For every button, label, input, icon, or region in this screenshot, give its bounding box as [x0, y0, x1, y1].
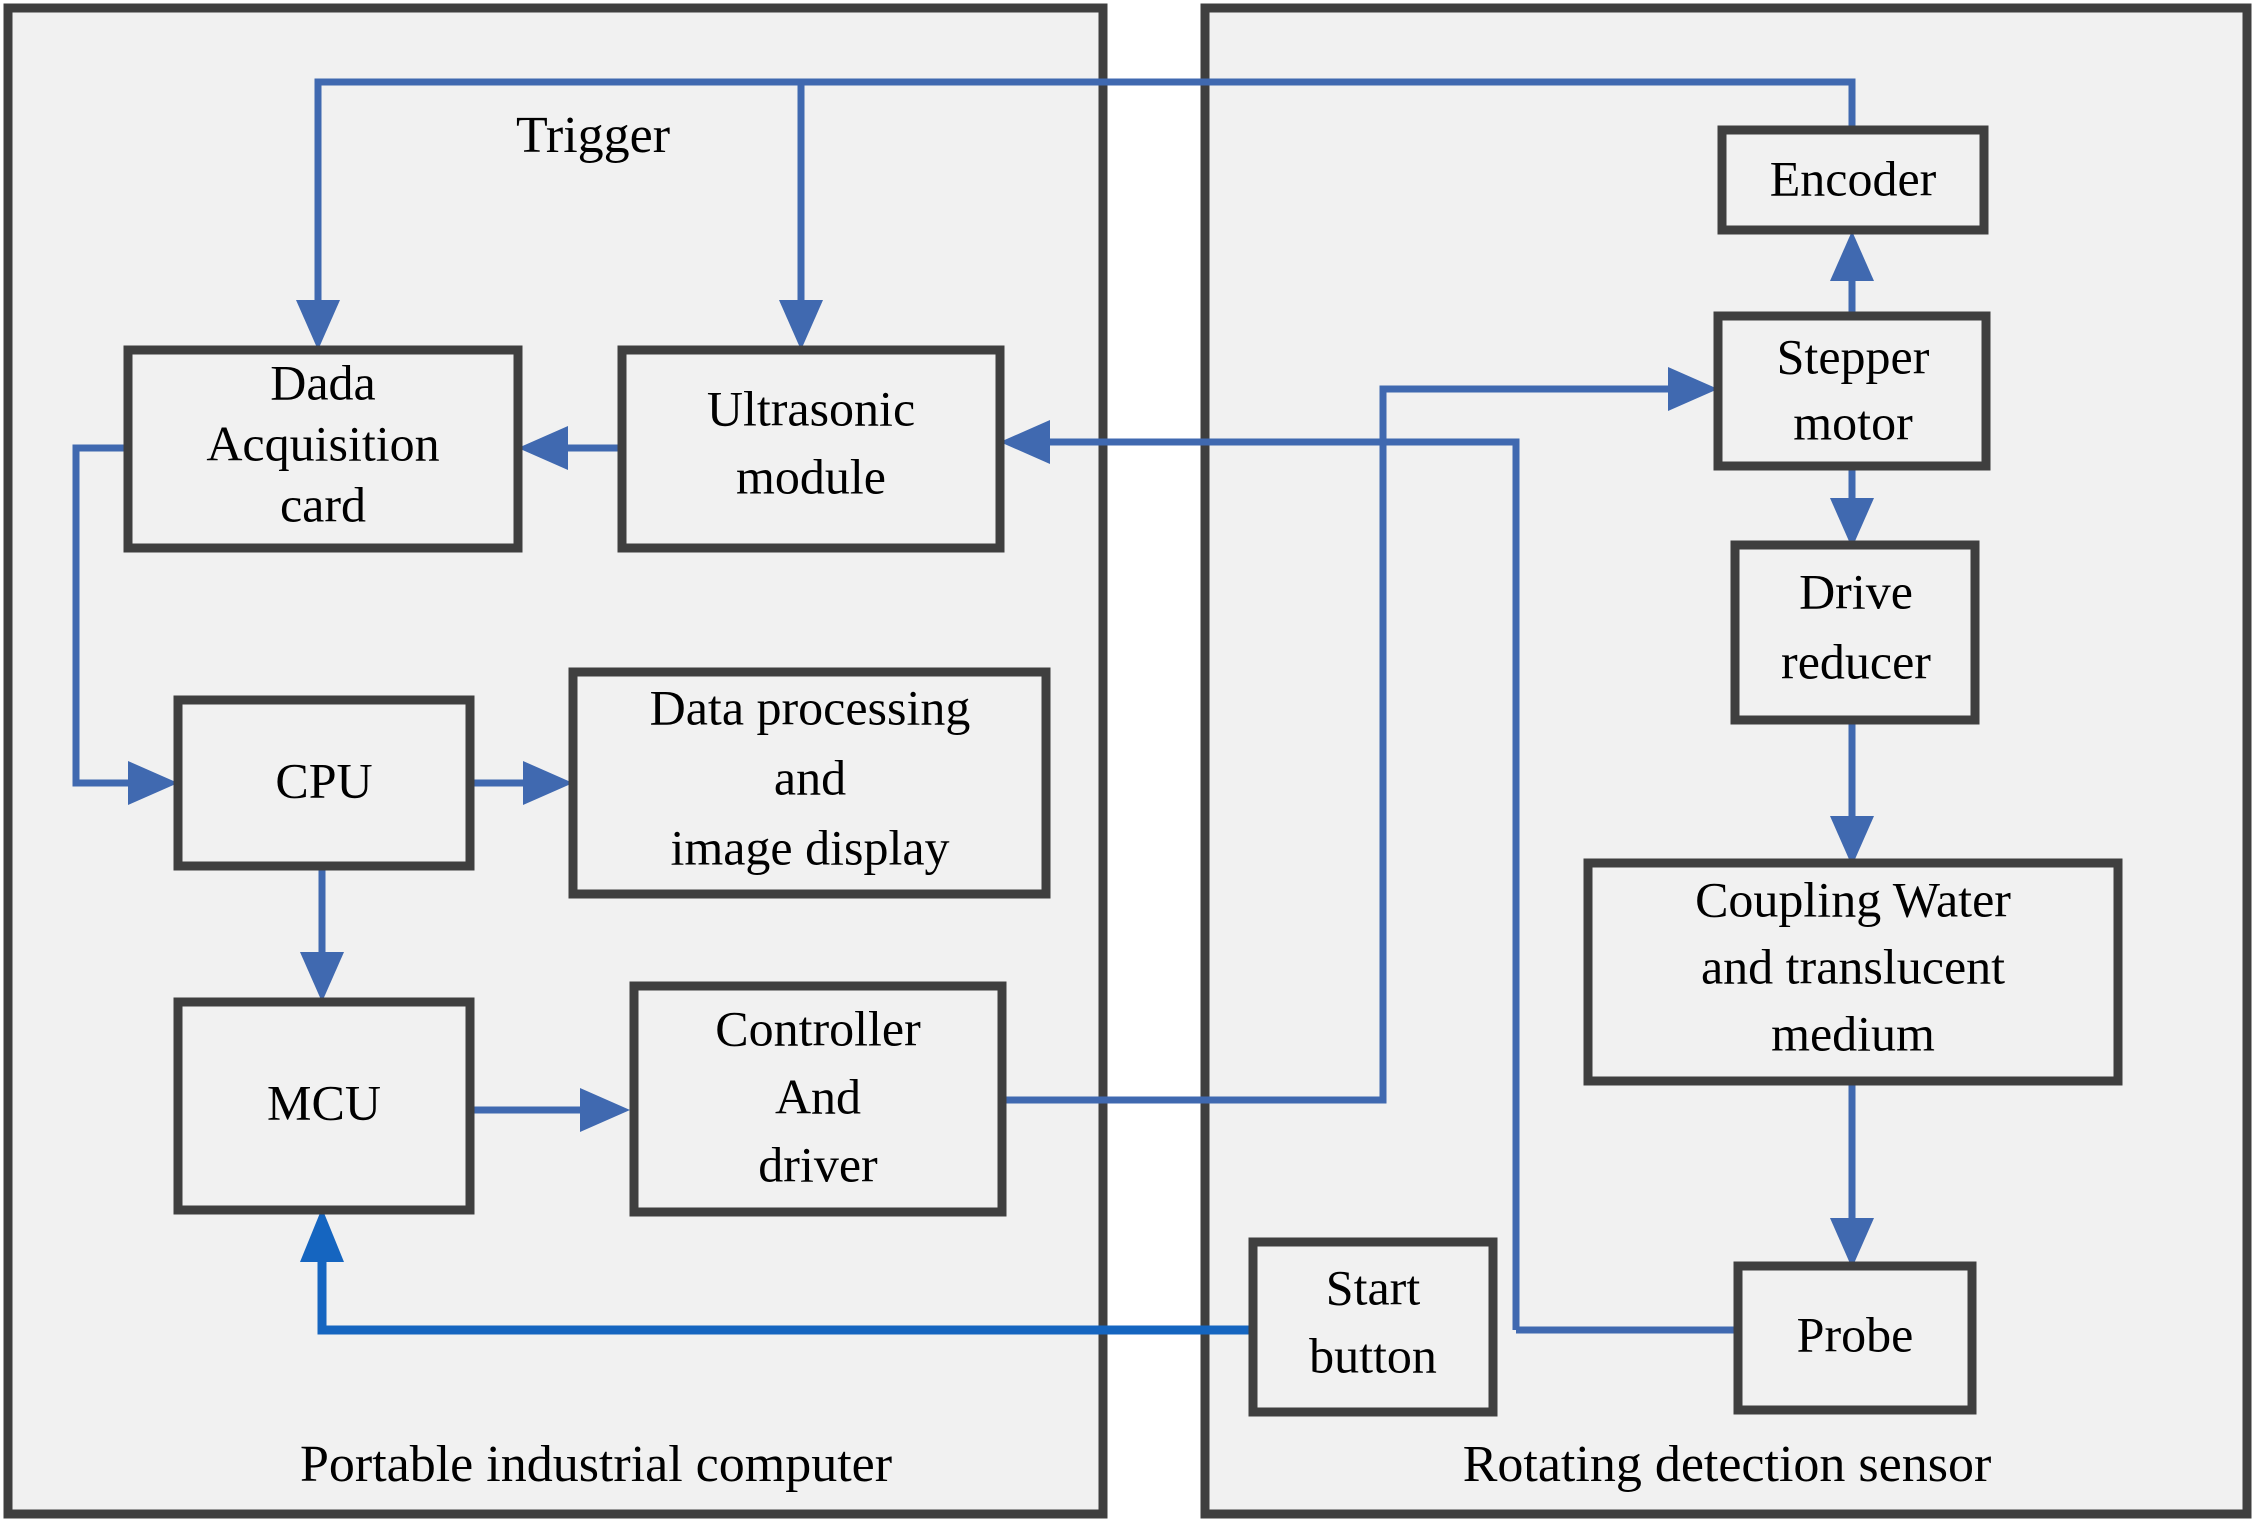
- box-label-line: and translucent: [1701, 938, 2005, 994]
- box-probe[interactable]: Probe: [1733, 1261, 1977, 1415]
- box-label-line: Data processing: [650, 679, 971, 735]
- box-label-line: Ultrasonic: [707, 380, 915, 436]
- box-label-line: and: [774, 749, 846, 805]
- box-label-line: Stepper: [1777, 328, 1930, 384]
- box-label-line: button: [1309, 1327, 1437, 1383]
- box-encoder[interactable]: Encoder: [1717, 125, 1989, 235]
- block-diagram-svg: Dada Acquisition card Ultrasonic module …: [3, 3, 2252, 1519]
- box-label-line: Encoder: [1770, 150, 1937, 206]
- box-drive-reducer[interactable]: Drive reducer: [1730, 540, 1980, 725]
- box-start-button[interactable]: Start button: [1248, 1237, 1498, 1417]
- box-coupling-water-translucent-medium[interactable]: Coupling Water and translucent medium: [1583, 858, 2123, 1086]
- box-data-processing-image-display[interactable]: Data processing and image display: [568, 667, 1051, 899]
- box-label-line: driver: [758, 1136, 878, 1192]
- box-ultrasonic-module[interactable]: Ultrasonic module: [617, 345, 1005, 553]
- box-label-line: Coupling Water: [1695, 871, 2011, 927]
- box-label-line: Start: [1326, 1259, 1421, 1315]
- box-label-line: CPU: [275, 752, 372, 808]
- diagram-canvas: Dada Acquisition card Ultrasonic module …: [0, 0, 2255, 1522]
- box-cpu[interactable]: CPU: [173, 695, 475, 871]
- box-label-line: MCU: [267, 1074, 381, 1130]
- box-controller-and-driver[interactable]: Controller And driver: [629, 981, 1007, 1217]
- box-label-line: reducer: [1781, 633, 1931, 689]
- box-label-line: Controller: [715, 1000, 921, 1056]
- box-label-line: module: [736, 448, 886, 504]
- box-stepper-motor[interactable]: Stepper motor: [1713, 311, 1991, 471]
- box-label-line: Probe: [1797, 1306, 1914, 1362]
- panel-label-rotating-detection-sensor: Rotating detection sensor: [1463, 1436, 1992, 1493]
- box-label-line: Drive: [1799, 563, 1913, 619]
- box-label-line: card: [280, 476, 366, 532]
- panel-label-portable-industrial-computer: Portable industrial computer: [300, 1436, 892, 1493]
- box-label-line: motor: [1793, 394, 1913, 450]
- box-label-line: medium: [1771, 1005, 1935, 1061]
- box-label-line: Dada: [270, 354, 376, 410]
- box-mcu[interactable]: MCU: [173, 997, 475, 1215]
- box-dada-acquisition-card[interactable]: Dada Acquisition card: [123, 345, 523, 553]
- wire-label-trigger: Trigger: [516, 107, 670, 164]
- box-label-line: image display: [670, 819, 949, 875]
- box-label-line: And: [775, 1068, 861, 1124]
- box-label-line: Acquisition: [206, 415, 439, 471]
